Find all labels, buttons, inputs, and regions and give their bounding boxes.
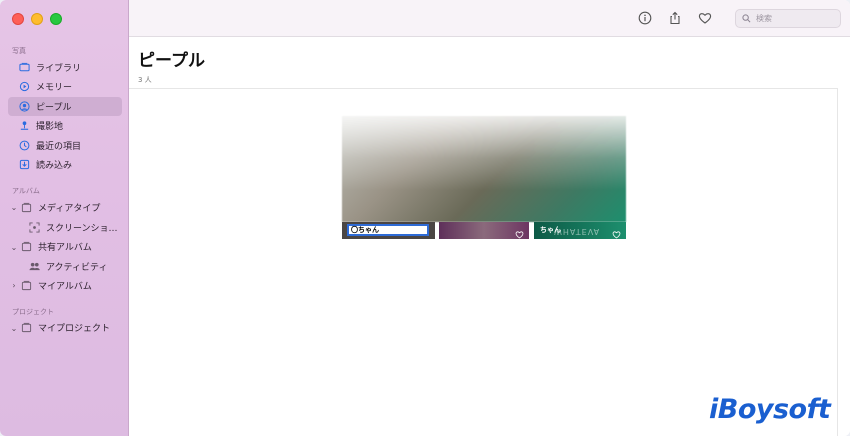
sidebar-item-imports[interactable]: 読み込み — [8, 155, 122, 174]
sidebar: 写真 ライブラリ メモリー ピープル 撮影地 最近の項目 読み込み アルバム ⌄… — [0, 0, 129, 436]
library-icon — [18, 62, 30, 74]
section-label-albums: アルバム — [12, 187, 40, 195]
favorite-button[interactable] — [697, 10, 713, 26]
face-name: ちゃん — [540, 226, 561, 234]
places-icon — [18, 120, 30, 132]
activity-icon — [28, 261, 40, 273]
shared-album-icon — [20, 241, 32, 253]
share-icon — [670, 11, 680, 25]
sidebar-item-label: ライブラリ — [36, 64, 82, 74]
sidebar-item-activity[interactable]: アクティビティ — [20, 257, 122, 276]
sidebar-item-label: ピープル — [36, 103, 72, 113]
folder-icon — [20, 202, 32, 214]
face-preview[interactable] — [342, 116, 626, 222]
sidebar-item-label: 読み込み — [36, 161, 73, 171]
sidebar-item-label: アクティビティ — [46, 263, 108, 273]
search-input[interactable] — [756, 14, 836, 23]
toolbar — [129, 0, 850, 37]
sidebar-item-label: メモリー — [36, 83, 73, 93]
people-icon — [18, 101, 30, 113]
people-grid: 〇ちゃん WHATEVA ちゃん — [342, 116, 626, 239]
info-icon — [638, 11, 652, 25]
sidebar-item-label: 撮影地 — [36, 122, 64, 132]
main-content: ピープル 3 人 〇ちゃん WHATEVA ちゃん — [129, 37, 850, 436]
sidebar-item-media-types[interactable]: メディアタイプ — [12, 198, 122, 217]
window-controls — [12, 13, 62, 25]
sidebar-item-label: マイアルバム — [38, 282, 92, 292]
minimize-button[interactable] — [31, 13, 43, 25]
sidebar-item-label: スクリーンショ… — [46, 224, 118, 234]
sidebar-item-memories[interactable]: メモリー — [8, 77, 122, 96]
photos-window: 写真 ライブラリ メモリー ピープル 撮影地 最近の項目 読み込み アルバム ⌄… — [0, 0, 850, 436]
sidebar-item-label: 最近の項目 — [36, 142, 82, 152]
sidebar-item-label: 共有アルバム — [38, 243, 92, 253]
folder-icon — [20, 280, 32, 292]
page-title: ピープル — [138, 51, 205, 71]
sidebar-item-library[interactable]: ライブラリ — [8, 58, 122, 77]
sidebar-item-my-albums[interactable]: マイアルバム — [12, 276, 122, 295]
sidebar-item-places[interactable]: 撮影地 — [8, 116, 122, 135]
sidebar-item-screenshots[interactable]: スクリーンショ… — [20, 218, 122, 237]
face-tile[interactable]: WHATEVA ちゃん — [534, 222, 626, 239]
memories-icon — [18, 81, 30, 93]
info-button[interactable] — [637, 10, 653, 26]
heart-icon — [698, 13, 712, 24]
name-input[interactable]: 〇ちゃん — [347, 224, 429, 236]
zoom-button[interactable] — [50, 13, 62, 25]
scroll-track — [837, 88, 838, 436]
folder-icon — [20, 322, 32, 334]
sidebar-item-recents[interactable]: 最近の項目 — [8, 136, 122, 155]
recents-icon — [18, 140, 30, 152]
sidebar-item-shared-albums[interactable]: 共有アルバム — [12, 237, 122, 256]
sidebar-item-my-projects[interactable]: マイプロジェクト — [12, 318, 122, 337]
search-field[interactable] — [735, 9, 841, 28]
sidebar-item-people[interactable]: ピープル — [8, 97, 122, 116]
people-count: 3 人 — [138, 76, 152, 84]
sidebar-item-label: メディアタイプ — [38, 204, 101, 214]
section-label-photos: 写真 — [12, 47, 26, 55]
heart-icon[interactable] — [515, 224, 525, 239]
face-tile[interactable] — [439, 222, 529, 239]
heart-icon[interactable] — [612, 224, 622, 239]
share-button[interactable] — [667, 10, 683, 26]
search-icon — [742, 14, 751, 23]
close-button[interactable] — [12, 13, 24, 25]
screenshot-icon — [28, 222, 40, 234]
imports-icon — [18, 159, 30, 171]
divider — [129, 88, 837, 89]
sidebar-item-label: マイプロジェクト — [38, 324, 111, 334]
face-tile[interactable]: 〇ちゃん — [342, 222, 435, 239]
section-label-projects: プロジェクト — [12, 308, 54, 316]
brand-logo: iBoysoft — [709, 394, 831, 425]
